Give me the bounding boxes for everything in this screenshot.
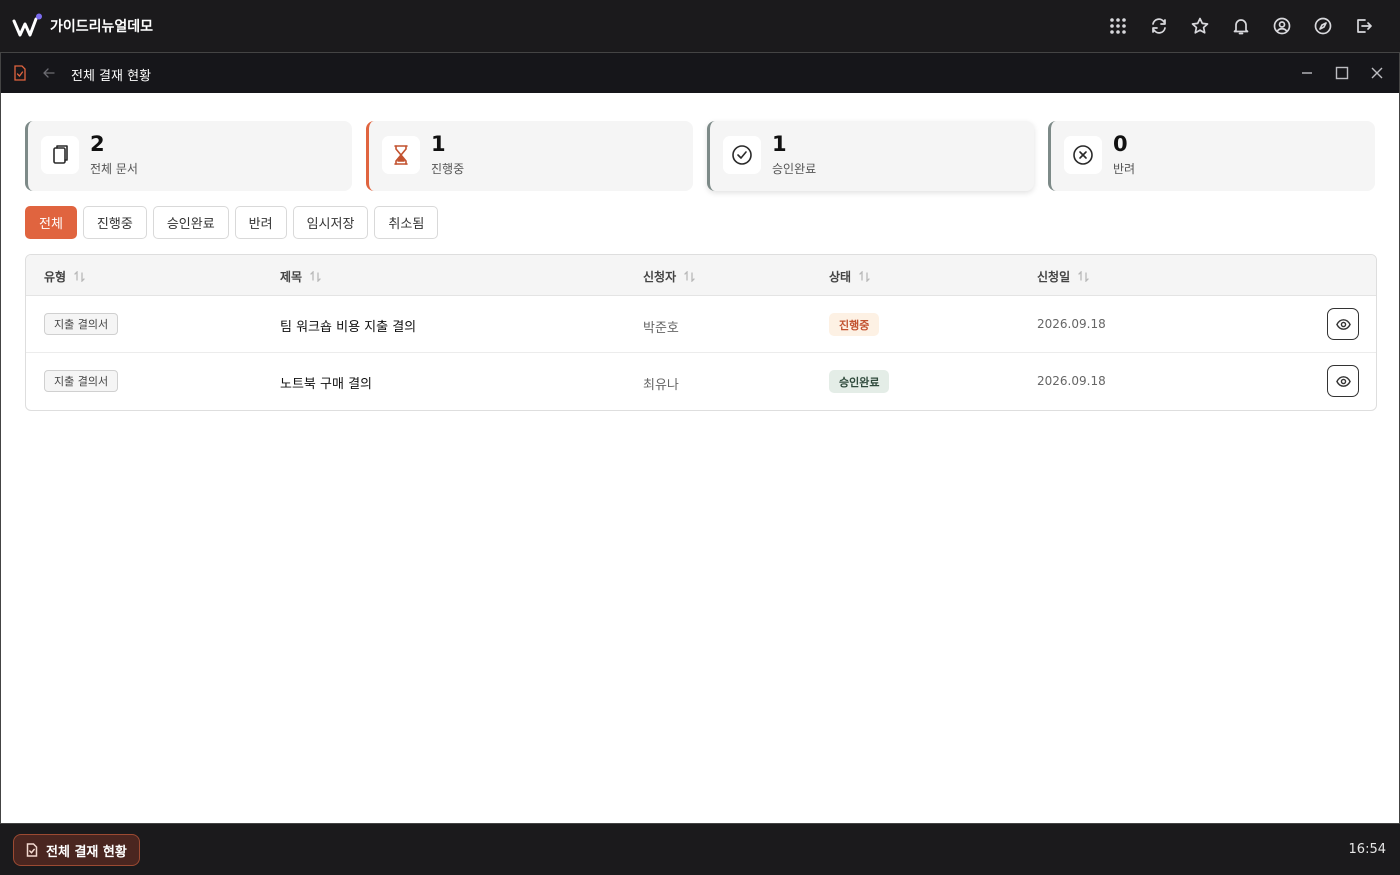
documents-icon: [41, 136, 79, 174]
request-date: 2026.09.18: [1037, 374, 1106, 388]
applicant-name: 최유나: [643, 378, 679, 393]
document-title[interactable]: 노트북 구매 결의: [280, 373, 372, 392]
taskbar-item-label: 전체 결재 현황: [46, 844, 127, 860]
table-row[interactable]: 지출 결의서 노트북 구매 결의 최유나 승인완료 2026.09.18: [26, 353, 1376, 410]
stat-label: 승인완료: [772, 162, 817, 176]
column-header-type[interactable]: 유형: [44, 268, 85, 285]
column-header-date[interactable]: 신청일: [1037, 268, 1089, 285]
sort-icon[interactable]: [859, 270, 870, 283]
sort-icon[interactable]: [310, 270, 321, 283]
compass-icon[interactable]: [1309, 12, 1337, 40]
applicant-name: 박준호: [643, 321, 679, 336]
filter-all[interactable]: 전체: [25, 206, 77, 239]
document-type-chip: 지출 결의서: [44, 313, 119, 335]
view-button[interactable]: [1327, 365, 1359, 397]
filter-in-progress[interactable]: 진행중: [82, 206, 147, 239]
app-name: 가이드리뉴얼데모: [50, 19, 154, 35]
user-circle-icon[interactable]: [1268, 12, 1296, 40]
star-icon[interactable]: [1186, 12, 1214, 40]
column-label: 상태: [829, 270, 852, 284]
status-badge: 승인완료: [829, 370, 890, 393]
filter-draft[interactable]: 임시저장: [292, 206, 369, 239]
maximize-button[interactable]: [1332, 63, 1352, 83]
table-header: 유형 제목 신청자 상태 신청일: [26, 255, 1376, 296]
check-circle-icon: [723, 136, 761, 174]
stat-value: 1: [772, 132, 787, 156]
stat-card-approved[interactable]: 1 승인완료: [707, 121, 1034, 191]
stat-card-in-progress[interactable]: 1 진행중: [366, 121, 693, 191]
stat-cards: 2 전체 문서 1 진행중 1 승인완료 0 반려: [25, 121, 1375, 191]
logout-icon[interactable]: [1350, 12, 1378, 40]
document-type-chip: 지출 결의서: [44, 370, 119, 392]
column-label: 신청자: [643, 270, 677, 284]
window-controls: [1297, 63, 1387, 83]
column-header-status[interactable]: 상태: [829, 268, 870, 285]
window-title: 전체 결재 현황: [71, 69, 152, 84]
minimize-button[interactable]: [1297, 63, 1317, 83]
approval-table: 유형 제목 신청자 상태 신청일 지출 결의서 팀 워크숍 비용 지출 결의 박…: [25, 254, 1377, 411]
stat-card-rejected[interactable]: 0 반려: [1048, 121, 1375, 191]
table-row[interactable]: 지출 결의서 팀 워크숍 비용 지출 결의 박준호 진행중 2026.09.18: [26, 296, 1376, 353]
approval-status-window: 전체 결재 현황 2 전체 문서 1 진행중 1 승인완료 0 반려 전체 진행…: [0, 52, 1400, 824]
document-check-icon: [26, 843, 38, 857]
sort-icon[interactable]: [1078, 270, 1089, 283]
status-filter-tabs: 전체 진행중 승인완료 반려 임시저장 취소됨: [25, 206, 439, 239]
logo-icon: [12, 13, 42, 37]
stat-label: 진행중: [431, 162, 465, 176]
stat-card-total[interactable]: 2 전체 문서: [25, 121, 352, 191]
eye-icon: [1335, 318, 1351, 330]
refresh-icon[interactable]: [1145, 12, 1173, 40]
window-titlebar: 전체 결재 현황: [1, 53, 1399, 93]
bell-icon[interactable]: [1227, 12, 1255, 40]
column-header-title[interactable]: 제목: [280, 268, 321, 285]
column-label: 신청일: [1037, 270, 1071, 284]
taskbar: 전체 결재 현황 16:54: [0, 824, 1400, 875]
view-button[interactable]: [1327, 308, 1359, 340]
stat-label: 전체 문서: [90, 162, 138, 176]
stat-value: 2: [90, 132, 105, 156]
column-header-applicant[interactable]: 신청자: [643, 268, 695, 285]
top-icon-group: [1104, 12, 1378, 40]
close-button[interactable]: [1367, 63, 1387, 83]
filter-approved[interactable]: 승인완료: [152, 206, 229, 239]
taskbar-item-approval-status[interactable]: 전체 결재 현황: [13, 834, 140, 866]
filter-cancelled[interactable]: 취소됨: [374, 206, 439, 239]
x-circle-icon: [1064, 136, 1102, 174]
column-label: 제목: [280, 270, 303, 284]
stat-value: 1: [431, 132, 446, 156]
document-check-icon: [14, 65, 26, 81]
top-bar: 가이드리뉴얼데모: [0, 0, 1400, 52]
apps-grid-icon[interactable]: [1104, 12, 1132, 40]
back-arrow-icon[interactable]: [41, 65, 57, 81]
document-title[interactable]: 팀 워크숍 비용 지출 결의: [280, 316, 416, 335]
status-badge: 진행중: [829, 313, 880, 336]
column-label: 유형: [44, 270, 67, 284]
filter-rejected[interactable]: 반려: [234, 206, 287, 239]
eye-icon: [1335, 375, 1351, 387]
sort-icon[interactable]: [684, 270, 695, 283]
hourglass-icon: [382, 136, 420, 174]
sort-icon[interactable]: [74, 270, 85, 283]
stat-label: 반려: [1113, 162, 1136, 176]
stat-value: 0: [1113, 132, 1128, 156]
clock: 16:54: [1348, 842, 1386, 857]
request-date: 2026.09.18: [1037, 317, 1106, 331]
